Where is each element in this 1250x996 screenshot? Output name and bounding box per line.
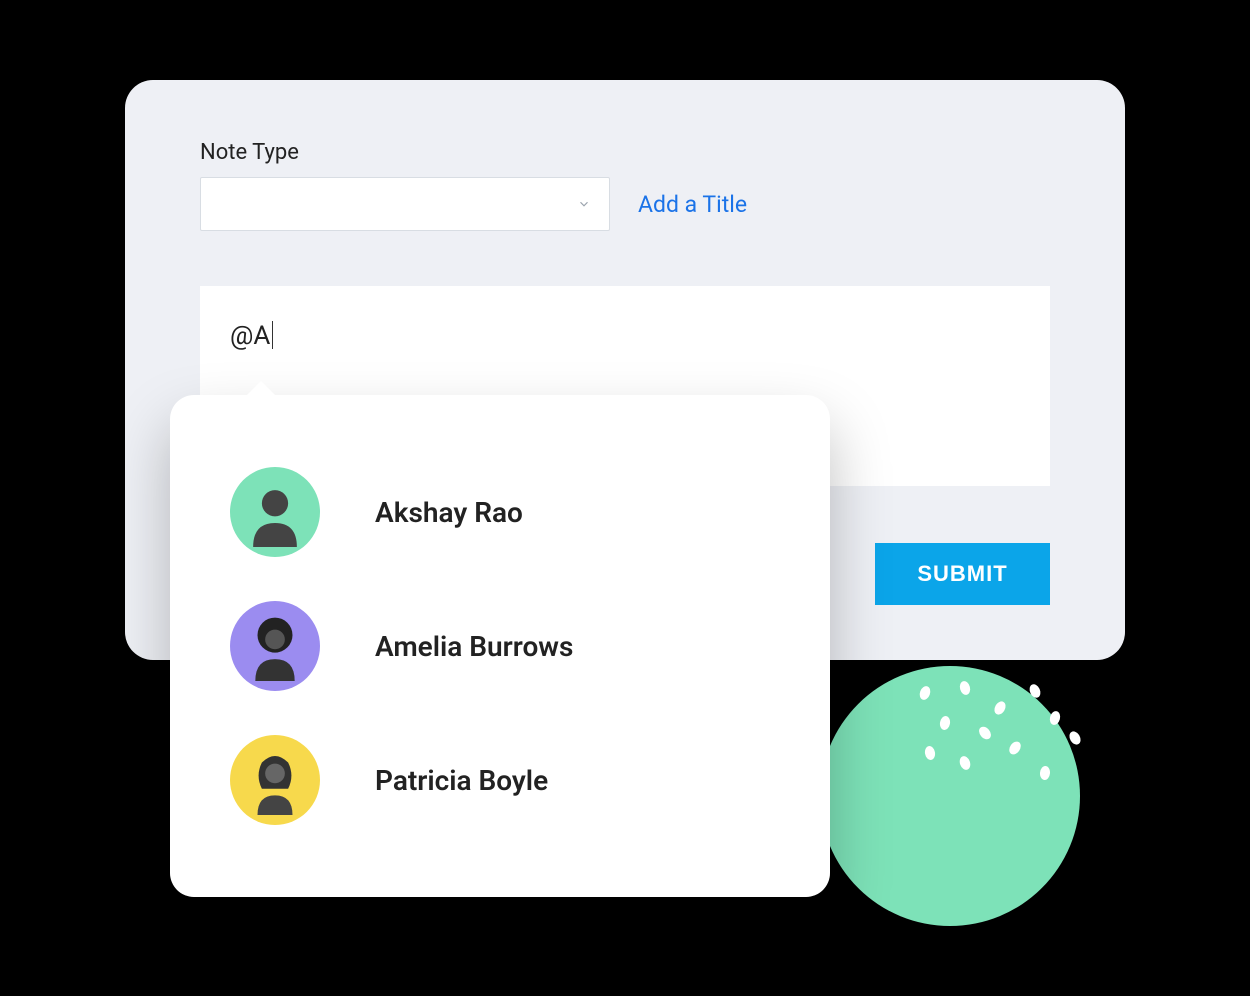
mention-item[interactable]: Akshay Rao (230, 445, 770, 579)
chevron-down-icon (577, 197, 591, 211)
note-type-row: Add a Title (200, 177, 1050, 231)
mention-name: Amelia Burrows (375, 630, 573, 663)
text-cursor (272, 321, 273, 349)
person-icon (240, 477, 310, 547)
note-type-select[interactable] (200, 177, 610, 231)
avatar (230, 467, 320, 557)
submit-button[interactable]: SUBMIT (875, 543, 1050, 605)
person-icon (240, 611, 310, 681)
person-icon (240, 745, 310, 815)
note-type-label: Note Type (200, 140, 1050, 165)
mention-name: Akshay Rao (375, 496, 523, 529)
mention-name: Patricia Boyle (375, 764, 548, 797)
avatar (230, 735, 320, 825)
mention-item[interactable]: Amelia Burrows (230, 579, 770, 713)
decoration-dots (900, 676, 1100, 796)
avatar (230, 601, 320, 691)
mention-item[interactable]: Patricia Boyle (230, 713, 770, 847)
mention-typed-text: @A (230, 321, 270, 351)
add-title-link[interactable]: Add a Title (638, 191, 747, 218)
mention-dropdown: Akshay Rao Amelia Burrows Patricia Boyle (170, 395, 830, 897)
